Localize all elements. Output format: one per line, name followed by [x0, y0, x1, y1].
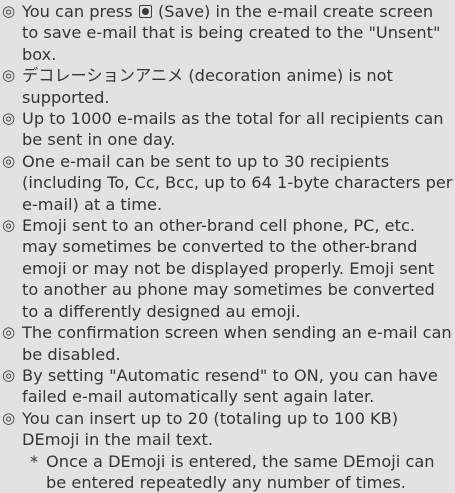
asterisk-icon: * — [30, 451, 39, 471]
note-demoji-limit: ◎ You can insert up to 20 (totaling up t… — [2, 408, 453, 451]
note-emoji-conversion: ◎ Emoji sent to an other-brand cell phon… — [2, 215, 453, 322]
note-decoration-anime: ◎ デコレーションアニメ (decoration anime) is not s… — [2, 65, 453, 108]
note-save-unsent: ◎ You can press (Save) in the e-mail cre… — [2, 1, 453, 65]
note-automatic-resend: ◎ By setting "Automatic resend" to ON, y… — [2, 365, 453, 408]
note-text: One e-mail can be sent to up to 30 recip… — [22, 151, 453, 214]
double-circle-bullet-icon: ◎ — [2, 365, 16, 384]
email-notes-document: ◎ You can press (Save) in the e-mail cre… — [2, 1, 453, 493]
note-confirmation-screen: ◎ The confirmation screen when sending a… — [2, 322, 453, 365]
double-circle-bullet-icon: ◎ — [2, 216, 16, 235]
double-circle-bullet-icon: ◎ — [2, 323, 16, 342]
note-daily-limit: ◎ Up to 1000 e-mails as the total for al… — [2, 108, 453, 151]
save-key-icon — [138, 5, 152, 18]
note-text: The confirmation screen when sending an … — [22, 323, 452, 364]
subnote-demoji-repeat: * Once a DEmoji is entered, the same DEm… — [2, 451, 453, 493]
double-circle-bullet-icon: ◎ — [2, 151, 16, 170]
note-text: デコレーションアニメ (decoration anime) is not sup… — [22, 66, 393, 107]
double-circle-bullet-icon: ◎ — [2, 2, 16, 20]
note-text-before: You can press — [22, 2, 133, 21]
double-circle-bullet-icon: ◎ — [2, 408, 16, 427]
note-recipient-limit: ◎ One e-mail can be sent to up to 30 rec… — [2, 151, 453, 215]
note-text: Emoji sent to an other-brand cell phone,… — [22, 216, 435, 321]
note-text: By setting "Automatic resend" to ON, you… — [22, 365, 438, 407]
double-circle-bullet-icon: ◎ — [2, 66, 16, 85]
double-circle-bullet-icon: ◎ — [2, 109, 16, 128]
subnote-text: Once a DEmoji is entered, the same DEmoj… — [46, 451, 435, 492]
note-text: Up to 1000 e-mails as the total for all … — [22, 109, 444, 150]
note-text: You can insert up to 20 (totaling up to … — [22, 408, 399, 450]
note-text: You can press (Save) in the e-mail creat… — [22, 1, 453, 65]
